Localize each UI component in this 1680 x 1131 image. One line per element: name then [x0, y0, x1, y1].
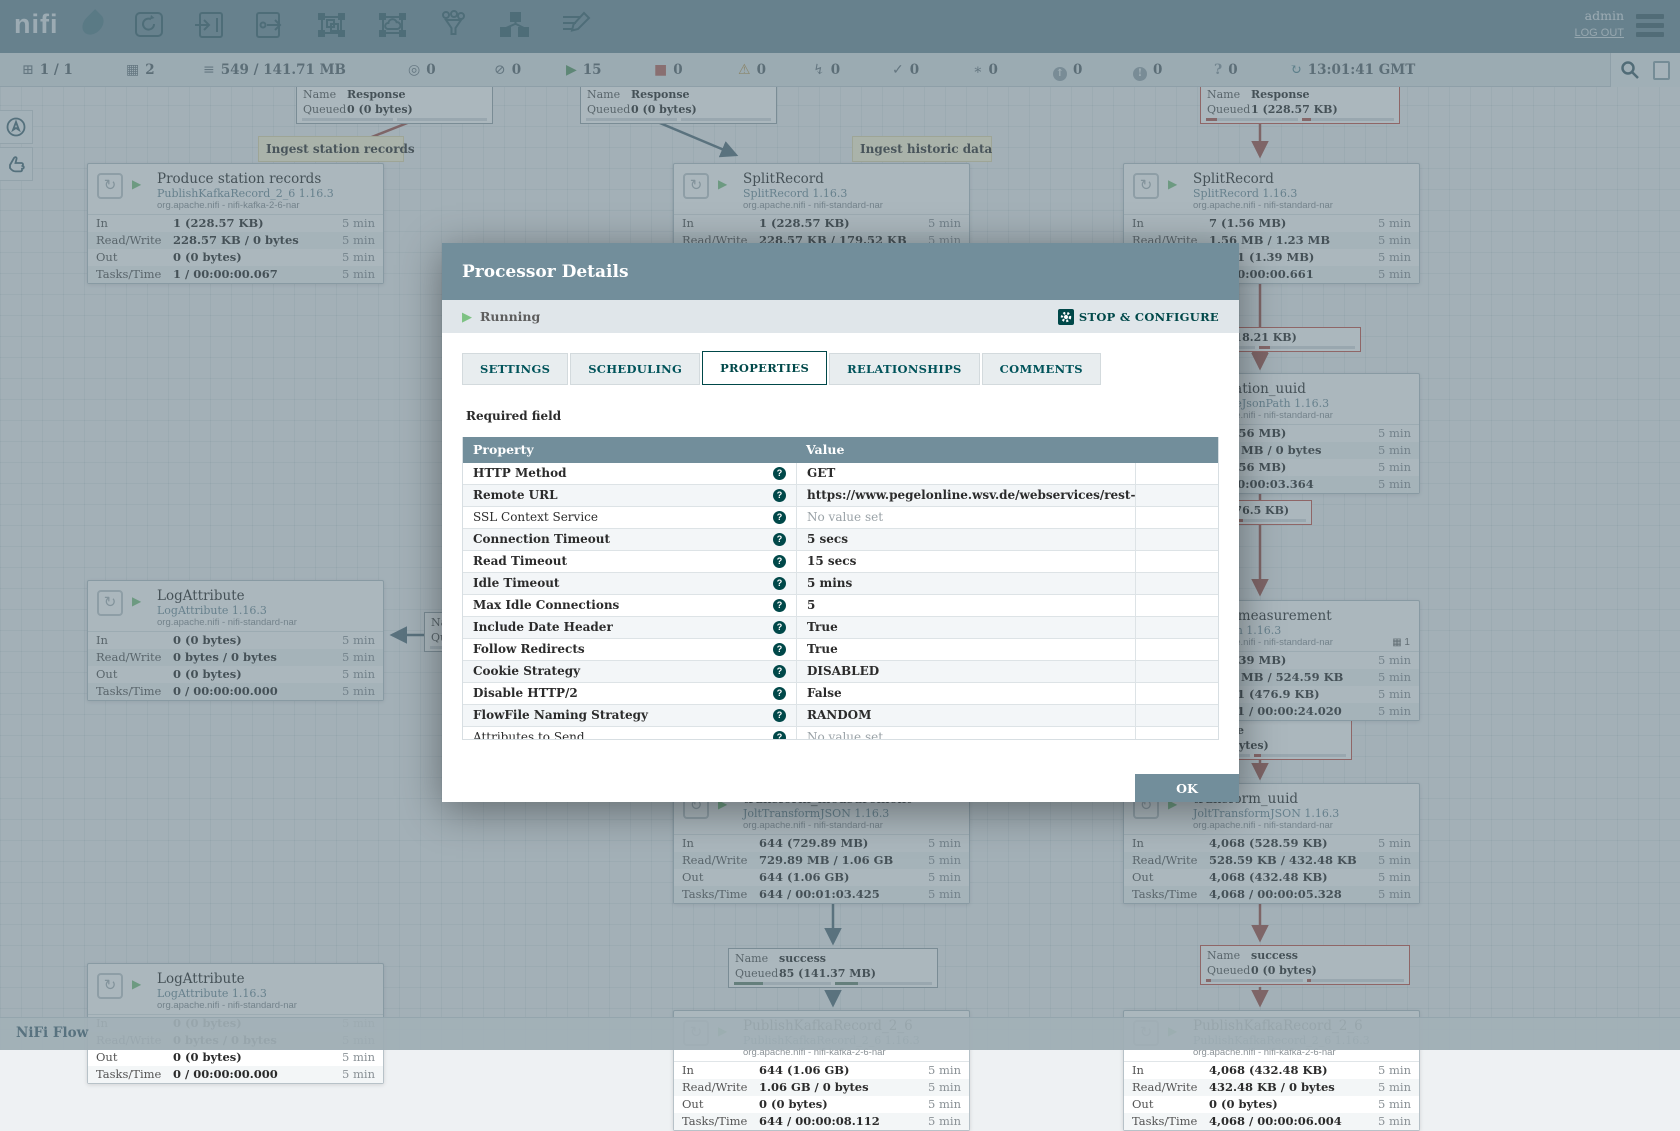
stop-and-configure-button[interactable]: STOP & CONFIGURE	[1058, 309, 1219, 325]
stat-row: In4,068 (432.48 KB)5 min	[1124, 1062, 1419, 1079]
property-value[interactable]: 5 mins	[796, 573, 1135, 594]
property-row: FlowFile Naming Strategy?RANDOM	[463, 705, 1218, 727]
gear-icon	[1058, 309, 1074, 325]
stat-row: Out0 (0 bytes)5 min	[1124, 1096, 1419, 1113]
help-icon[interactable]: ?	[773, 621, 786, 634]
dialog-title: Processor Details	[462, 262, 629, 282]
tab-settings[interactable]: SETTINGS	[462, 353, 568, 385]
help-icon[interactable]: ?	[773, 467, 786, 480]
property-name: FlowFile Naming Strategy?	[463, 705, 796, 726]
property-value[interactable]: RANDOM	[796, 705, 1135, 726]
property-name: Read Timeout?	[463, 551, 796, 572]
tab-scheduling[interactable]: SCHEDULING	[570, 353, 700, 385]
help-icon[interactable]: ?	[773, 643, 786, 656]
stat-row: Tasks/Time4,068 / 00:00:06.0045 min	[1124, 1113, 1419, 1130]
properties-table: Property Value HTTP Method?GETRemote URL…	[462, 437, 1219, 740]
property-value[interactable]: 15 secs	[796, 551, 1135, 572]
tab-comments[interactable]: COMMENTS	[982, 353, 1101, 385]
property-row: Follow Redirects?True	[463, 639, 1218, 661]
help-icon[interactable]: ?	[773, 555, 786, 568]
tab-properties[interactable]: PROPERTIES	[702, 351, 827, 385]
property-value[interactable]: False	[796, 683, 1135, 704]
property-row: Attributes to Send?No value set	[463, 727, 1218, 740]
stat-row: Tasks/Time0 / 00:00:00.0005 min	[88, 1066, 383, 1083]
column-header-property: Property	[463, 437, 796, 463]
help-icon[interactable]: ?	[773, 665, 786, 678]
required-field-note: Required field	[442, 385, 1239, 423]
property-name: Disable HTTP/2?	[463, 683, 796, 704]
property-row: HTTP Method?GET	[463, 463, 1218, 485]
dialog-tabs: SETTINGSSCHEDULINGPROPERTIESRELATIONSHIP…	[442, 333, 1239, 385]
stat-row: Tasks/Time644 / 00:00:08.1125 min	[674, 1113, 969, 1130]
property-value[interactable]: No value set	[796, 727, 1135, 740]
property-value[interactable]: GET	[796, 463, 1135, 484]
property-row: Disable HTTP/2?False	[463, 683, 1218, 705]
help-icon[interactable]: ?	[773, 731, 786, 740]
nifi-app: NameResponseQueued0 (0 bytes)NameRespons…	[0, 0, 1680, 1050]
property-row: Read Timeout?15 secs	[463, 551, 1218, 573]
property-name: Remote URL?	[463, 485, 796, 506]
running-status-icon: ▶	[462, 309, 472, 325]
processor-details-dialog: Processor Details ▶ Running STOP & CONFI…	[442, 243, 1239, 802]
property-row: Connection Timeout?5 secs	[463, 529, 1218, 551]
property-row: SSL Context Service?No value set	[463, 507, 1218, 529]
property-name: SSL Context Service?	[463, 507, 796, 528]
property-name: Idle Timeout?	[463, 573, 796, 594]
stat-row: Out0 (0 bytes)5 min	[674, 1096, 969, 1113]
stat-row: Read/Write1.06 GB / 0 bytes5 min	[674, 1079, 969, 1096]
dialog-header: Processor Details	[442, 243, 1239, 300]
property-name: Connection Timeout?	[463, 529, 796, 550]
property-row: Idle Timeout?5 mins	[463, 573, 1218, 595]
property-name: Cookie Strategy?	[463, 661, 796, 682]
property-value[interactable]: True	[796, 617, 1135, 638]
help-icon[interactable]: ?	[773, 709, 786, 722]
stat-row: Read/Write432.48 KB / 0 bytes5 min	[1124, 1079, 1419, 1096]
properties-table-header: Property Value	[463, 437, 1218, 463]
property-name: Follow Redirects?	[463, 639, 796, 660]
property-value[interactable]: 5 secs	[796, 529, 1135, 550]
property-row: Remote URL?https://www.pegelonline.wsv.d…	[463, 485, 1218, 507]
tab-relationships[interactable]: RELATIONSHIPS	[829, 353, 980, 385]
property-value[interactable]: https://www.pegelonline.wsv.de/webservic…	[796, 485, 1135, 506]
ok-button[interactable]: OK	[1135, 774, 1239, 802]
property-row: Include Date Header?True	[463, 617, 1218, 639]
running-status-label: Running	[480, 309, 540, 324]
property-row: Cookie Strategy?DISABLED	[463, 661, 1218, 683]
property-name: Include Date Header?	[463, 617, 796, 638]
property-name: Attributes to Send?	[463, 727, 796, 740]
property-value[interactable]: 5	[796, 595, 1135, 616]
property-name: Max Idle Connections?	[463, 595, 796, 616]
property-value[interactable]: No value set	[796, 507, 1135, 528]
property-name: HTTP Method?	[463, 463, 796, 484]
help-icon[interactable]: ?	[773, 511, 786, 524]
property-value[interactable]: True	[796, 639, 1135, 660]
help-icon[interactable]: ?	[773, 577, 786, 590]
stat-row: In644 (1.06 GB)5 min	[674, 1062, 969, 1079]
dialog-status-bar: ▶ Running STOP & CONFIGURE	[442, 300, 1239, 333]
property-value[interactable]: DISABLED	[796, 661, 1135, 682]
column-header-value: Value	[796, 437, 1135, 463]
help-icon[interactable]: ?	[773, 599, 786, 612]
help-icon[interactable]: ?	[773, 489, 786, 502]
help-icon[interactable]: ?	[773, 687, 786, 700]
property-row: Max Idle Connections?5	[463, 595, 1218, 617]
stat-row: Out0 (0 bytes)5 min	[88, 1049, 383, 1066]
help-icon[interactable]: ?	[773, 533, 786, 546]
